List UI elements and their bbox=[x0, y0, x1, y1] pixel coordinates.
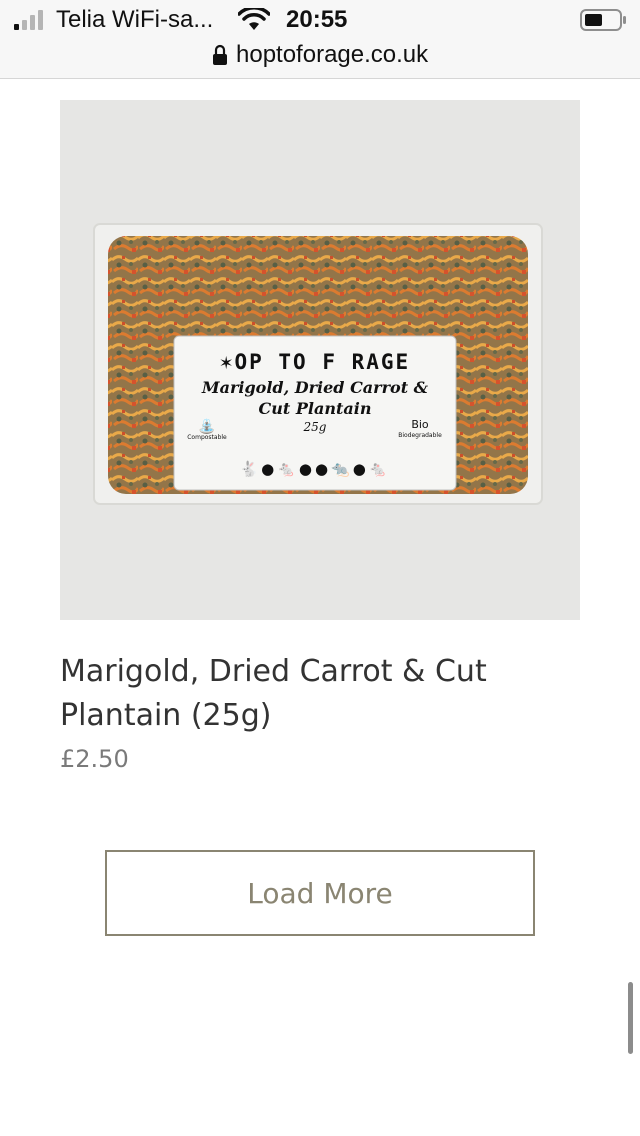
battery-icon bbox=[580, 9, 626, 31]
scrollbar[interactable] bbox=[628, 982, 633, 1054]
product-price: £2.50 bbox=[60, 745, 129, 773]
guinea-pig-silhouette-icon: ● bbox=[261, 460, 278, 478]
package-name-line1: Marigold, Dried Carrot & bbox=[201, 378, 429, 397]
product-title[interactable]: Marigold, Dried Carrot & Cut Plantain (2… bbox=[60, 650, 540, 738]
rabbit-icon: ✶ bbox=[219, 350, 235, 374]
chinchilla-silhouette-icon: ● bbox=[298, 460, 315, 478]
address-bar[interactable]: hoptoforage.co.uk bbox=[0, 38, 640, 79]
rabbit-silhouette-icon: 🐇 bbox=[239, 460, 262, 478]
mouse-silhouette-icon: 🐁 bbox=[277, 460, 299, 478]
status-bar: Telia WiFi-sa... 20:55 bbox=[0, 0, 640, 42]
status-time: 20:55 bbox=[286, 6, 348, 33]
lock-icon bbox=[213, 44, 227, 65]
signal-icon bbox=[14, 10, 43, 30]
compostable-badge: ⛲ Compostable bbox=[182, 420, 232, 441]
wifi-icon bbox=[238, 8, 270, 30]
bio-leaf-icon: Bio bbox=[411, 418, 429, 431]
degu-silhouette-icon: 🐁 bbox=[368, 460, 391, 478]
biodegradable-badge: Bio Biodegradable bbox=[392, 418, 448, 439]
product-image[interactable]: ✶OP TO F RAGE Marigold, Dried Carrot & C… bbox=[60, 100, 580, 620]
compostable-icon: ⛲ bbox=[198, 419, 216, 435]
hamster-silhouette-icon: ● bbox=[315, 460, 332, 478]
animal-silhouettes: 🐇●🐁●●🐀●🐁 bbox=[190, 460, 440, 478]
carrier-name: Telia WiFi-sa... bbox=[56, 6, 214, 33]
page-url[interactable]: hoptoforage.co.uk bbox=[236, 41, 428, 69]
rat-silhouette-icon: 🐀 bbox=[331, 460, 353, 478]
package-label: ✶OP TO F RAGE Marigold, Dried Carrot & C… bbox=[174, 336, 456, 490]
package-name-line2: Cut Plantain bbox=[258, 399, 372, 418]
package-brand: ✶OP TO F RAGE bbox=[219, 350, 411, 374]
load-more-button[interactable]: Load More bbox=[105, 850, 535, 936]
gerbil-silhouette-icon: ● bbox=[352, 460, 369, 478]
